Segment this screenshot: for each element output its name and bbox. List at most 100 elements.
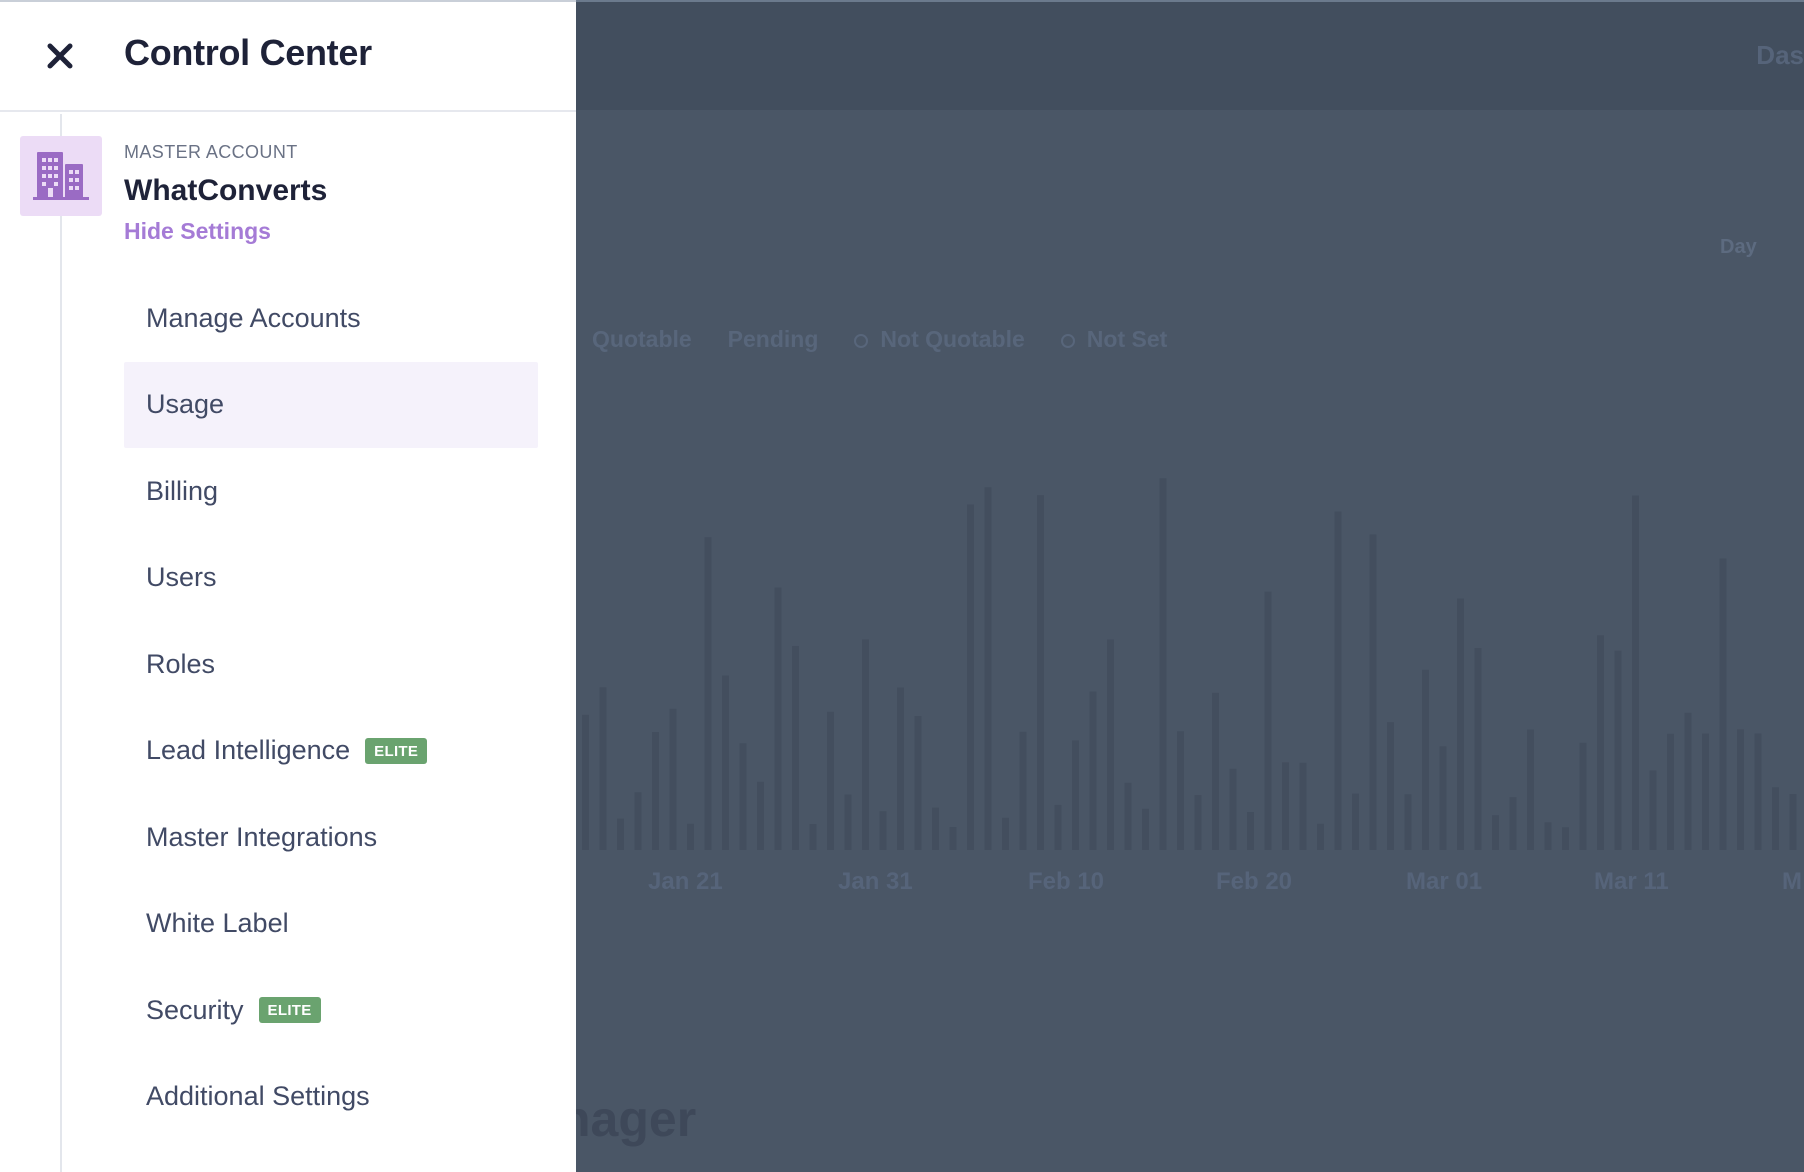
x-tick-label: Jan 31 — [838, 868, 913, 895]
x-tick-label: Feb 20 — [1216, 868, 1293, 895]
background-bar — [1107, 639, 1114, 850]
background-bar — [1124, 782, 1132, 850]
close-drawer-button[interactable] — [40, 36, 80, 76]
background-bar — [1159, 478, 1167, 850]
menu-item-label: Additional Settings — [146, 1081, 370, 1112]
background-bar — [1719, 558, 1727, 850]
background-bar — [1667, 733, 1674, 850]
background-bar — [599, 687, 607, 850]
background-bar — [1352, 793, 1359, 850]
background-bar — [739, 743, 747, 850]
menu-item-white-label[interactable]: White Label — [124, 881, 538, 968]
background-bar — [1649, 770, 1657, 850]
menu-item-users[interactable]: Users — [124, 535, 538, 622]
background-bar — [687, 823, 694, 850]
background-bar — [879, 811, 887, 850]
background-bar — [722, 675, 729, 850]
background-bar — [617, 818, 624, 850]
menu-item-label: Users — [146, 562, 217, 593]
background-bar — [1002, 817, 1009, 850]
background-day-toggle: Day — [1720, 236, 1757, 258]
background-bar — [1597, 635, 1604, 850]
background-bar — [1142, 808, 1149, 850]
control-center-drawer: Control Center MASTER ACCOUNT WhatConver… — [0, 0, 576, 1172]
menu-item-usage[interactable]: Usage — [124, 361, 538, 448]
x-tick-label: M — [1782, 868, 1802, 895]
background-bar-chart — [582, 478, 1797, 850]
account-avatar — [20, 136, 102, 216]
x-tick-label: Jan 21 — [648, 868, 723, 895]
menu-item-lead-intelligence[interactable]: Lead Intelligence ELITE — [124, 708, 538, 795]
background-bar — [669, 708, 677, 850]
background-bar — [1737, 729, 1744, 850]
menu-item-security[interactable]: Security ELITE — [124, 967, 538, 1054]
account-type-label: MASTER ACCOUNT — [124, 142, 298, 162]
background-bar — [1439, 746, 1447, 850]
background-bar — [967, 504, 974, 850]
background-bar — [1579, 742, 1587, 850]
background-bar — [774, 587, 782, 850]
background-bar — [1299, 762, 1307, 850]
background-bar — [634, 792, 642, 850]
background-bar — [1509, 797, 1517, 850]
background-bar — [1492, 815, 1499, 850]
legend-item-quotable: Quotable — [592, 326, 692, 352]
background-bar — [1789, 794, 1797, 850]
x-tick-label: Feb 10 — [1028, 868, 1105, 895]
menu-item-label: Billing — [146, 475, 219, 506]
background-bar — [1334, 511, 1342, 850]
background-dashboard-link: Das — [1756, 40, 1804, 70]
background-bar — [1772, 787, 1779, 850]
menu-item-master-integrations[interactable]: Master Integrations — [124, 794, 538, 881]
background-bar — [862, 639, 869, 850]
background-bar — [1474, 648, 1482, 850]
background-bar — [914, 716, 922, 850]
legend-item-not-quotable: Not Quotable — [854, 326, 1025, 353]
tree-connector-line — [60, 114, 62, 1172]
background-bar — [704, 537, 712, 850]
background-bar — [1317, 823, 1324, 850]
x-tick-label: Mar 11 — [1594, 868, 1669, 895]
background-bar — [1054, 804, 1062, 850]
drawer-title: Control Center — [124, 32, 372, 73]
background-bar — [1282, 762, 1289, 850]
background-bar — [1089, 691, 1097, 850]
menu-item-label: Security — [146, 994, 244, 1025]
account-name: WhatConverts — [124, 174, 328, 207]
x-tick-label: Mar 01 — [1406, 868, 1483, 895]
background-bar — [1404, 794, 1412, 850]
menu-item-label: Master Integrations — [146, 821, 378, 852]
background-bar — [1457, 598, 1464, 850]
menu-item-label: Usage — [146, 389, 225, 420]
background-bar — [1754, 733, 1762, 850]
menu-item-label: White Label — [146, 908, 289, 939]
background-chart-legend: Quotable Pending Not Quotable Not Set — [592, 326, 1167, 353]
background-bar — [652, 732, 659, 850]
menu-item-label: Roles — [146, 648, 216, 679]
background-bar — [827, 711, 834, 850]
background-section-heading: nager — [560, 1091, 697, 1147]
background-bar — [1177, 731, 1184, 850]
background-bar — [1072, 740, 1079, 850]
background-bar — [1527, 729, 1534, 850]
settings-menu: Manage Accounts Usage Billing Users Role… — [124, 275, 538, 1140]
background-bar — [932, 807, 939, 850]
menu-item-roles[interactable]: Roles — [124, 621, 538, 708]
background-bar — [1264, 591, 1272, 850]
menu-item-additional-settings[interactable]: Additional Settings — [124, 1054, 538, 1141]
building-icon — [33, 152, 89, 200]
legend-item-pending: Pending — [727, 326, 819, 352]
drawer-header: Control Center — [0, 2, 576, 112]
background-bar — [757, 781, 764, 850]
background-bar — [1194, 795, 1202, 850]
menu-item-manage-accounts[interactable]: Manage Accounts — [124, 275, 538, 362]
background-bar — [1562, 827, 1569, 850]
background-bar — [1544, 822, 1552, 850]
background-bar — [1422, 669, 1429, 850]
elite-badge: ELITE — [258, 997, 321, 1024]
menu-item-billing[interactable]: Billing — [124, 448, 538, 535]
background-bar — [1614, 650, 1622, 850]
background-bar — [949, 827, 957, 850]
background-bar — [1019, 731, 1027, 850]
hide-settings-link[interactable]: Hide Settings — [124, 218, 271, 245]
